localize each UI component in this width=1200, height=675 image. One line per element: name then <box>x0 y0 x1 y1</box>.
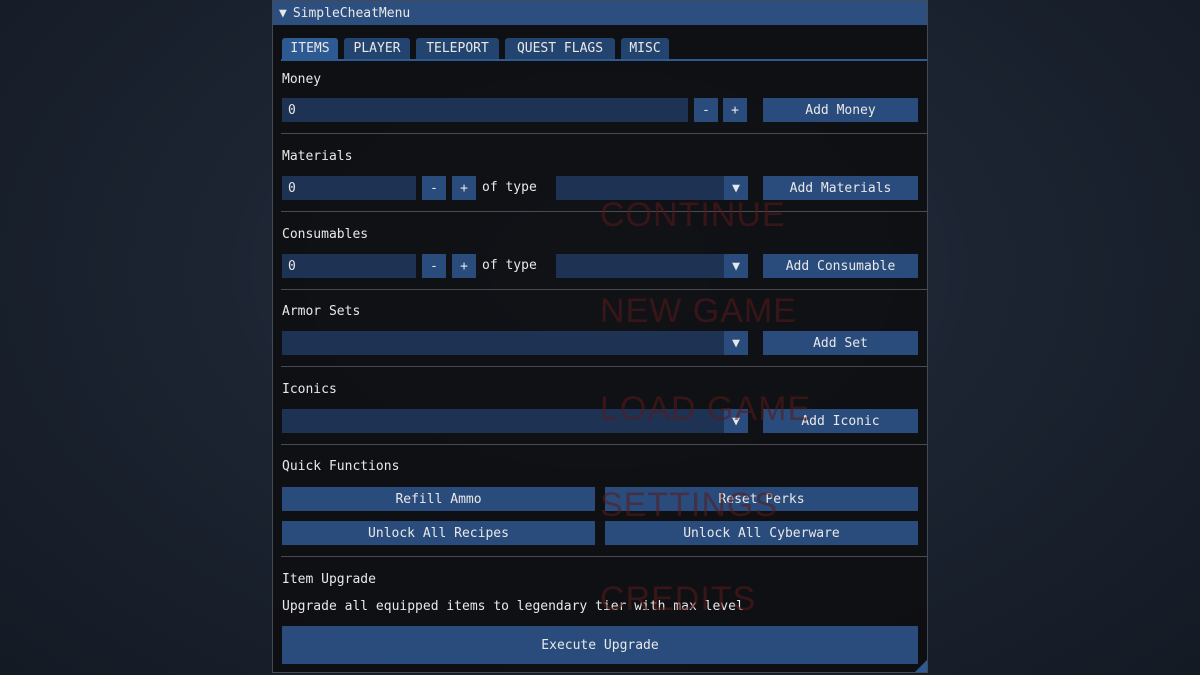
armor-sets-dropdown[interactable]: ▼ <box>282 331 748 355</box>
item-upgrade-label: Item Upgrade <box>282 572 376 587</box>
bg-menu-load-game: LOAD GAME <box>600 390 812 428</box>
resize-grip[interactable] <box>915 660 927 672</box>
dropdown-arrow-icon[interactable]: ▼ <box>724 254 748 278</box>
add-materials-button[interactable]: Add Materials <box>763 176 918 200</box>
materials-plus-button[interactable]: + <box>452 176 476 200</box>
bg-menu-settings: SETTINGS <box>600 486 779 524</box>
unlock-all-recipes-button[interactable]: Unlock All Recipes <box>282 521 595 545</box>
tab-quest-flags[interactable]: QUEST FLAGS <box>505 38 615 59</box>
add-set-button[interactable]: Add Set <box>763 331 918 355</box>
consumables-plus-button[interactable]: + <box>452 254 476 278</box>
money-minus-button[interactable]: - <box>694 98 718 122</box>
quick-functions-label: Quick Functions <box>282 459 400 474</box>
add-consumable-button[interactable]: Add Consumable <box>763 254 918 278</box>
cheat-menu-window: ▼ SimpleCheatMenu ITEMS PLAYER TELEPORT … <box>272 0 928 673</box>
bg-menu-new-game: NEW GAME <box>600 292 797 330</box>
iconics-label: Iconics <box>282 382 337 397</box>
money-label: Money <box>282 72 322 87</box>
money-plus-button[interactable]: + <box>723 98 747 122</box>
armor-sets-label: Armor Sets <box>282 304 361 319</box>
materials-of-type-label: of type <box>482 180 537 195</box>
tab-teleport[interactable]: TELEPORT <box>416 38 499 59</box>
consumables-minus-button[interactable]: - <box>422 254 446 278</box>
consumables-quantity-input[interactable]: 0 <box>282 254 416 278</box>
separator <box>281 444 927 445</box>
materials-minus-button[interactable]: - <box>422 176 446 200</box>
execute-upgrade-button[interactable]: Execute Upgrade <box>282 626 918 664</box>
title-bar[interactable]: ▼ SimpleCheatMenu <box>273 1 927 25</box>
money-input[interactable]: 0 <box>282 98 688 122</box>
collapse-triangle-icon[interactable]: ▼ <box>279 6 287 21</box>
consumables-of-type-label: of type <box>482 258 537 273</box>
tab-player[interactable]: PLAYER <box>344 38 410 59</box>
materials-label: Materials <box>282 149 353 164</box>
separator <box>281 366 927 367</box>
consumables-type-dropdown[interactable]: ▼ <box>556 254 748 278</box>
materials-quantity-input[interactable]: 0 <box>282 176 416 200</box>
tab-underline <box>281 59 927 61</box>
separator <box>281 289 927 290</box>
consumables-label: Consumables <box>282 227 369 242</box>
dropdown-arrow-icon[interactable]: ▼ <box>724 331 748 355</box>
window-title: SimpleCheatMenu <box>292 5 411 21</box>
separator <box>281 133 927 134</box>
tab-misc[interactable]: MISC <box>621 38 669 59</box>
bg-menu-credits: CREDITS <box>600 580 757 618</box>
add-money-button[interactable]: Add Money <box>763 98 918 122</box>
refill-ammo-button[interactable]: Refill Ammo <box>282 487 595 511</box>
bg-menu-continue: CONTINUE <box>600 196 786 234</box>
separator <box>281 556 927 557</box>
tab-items[interactable]: ITEMS <box>282 38 338 59</box>
